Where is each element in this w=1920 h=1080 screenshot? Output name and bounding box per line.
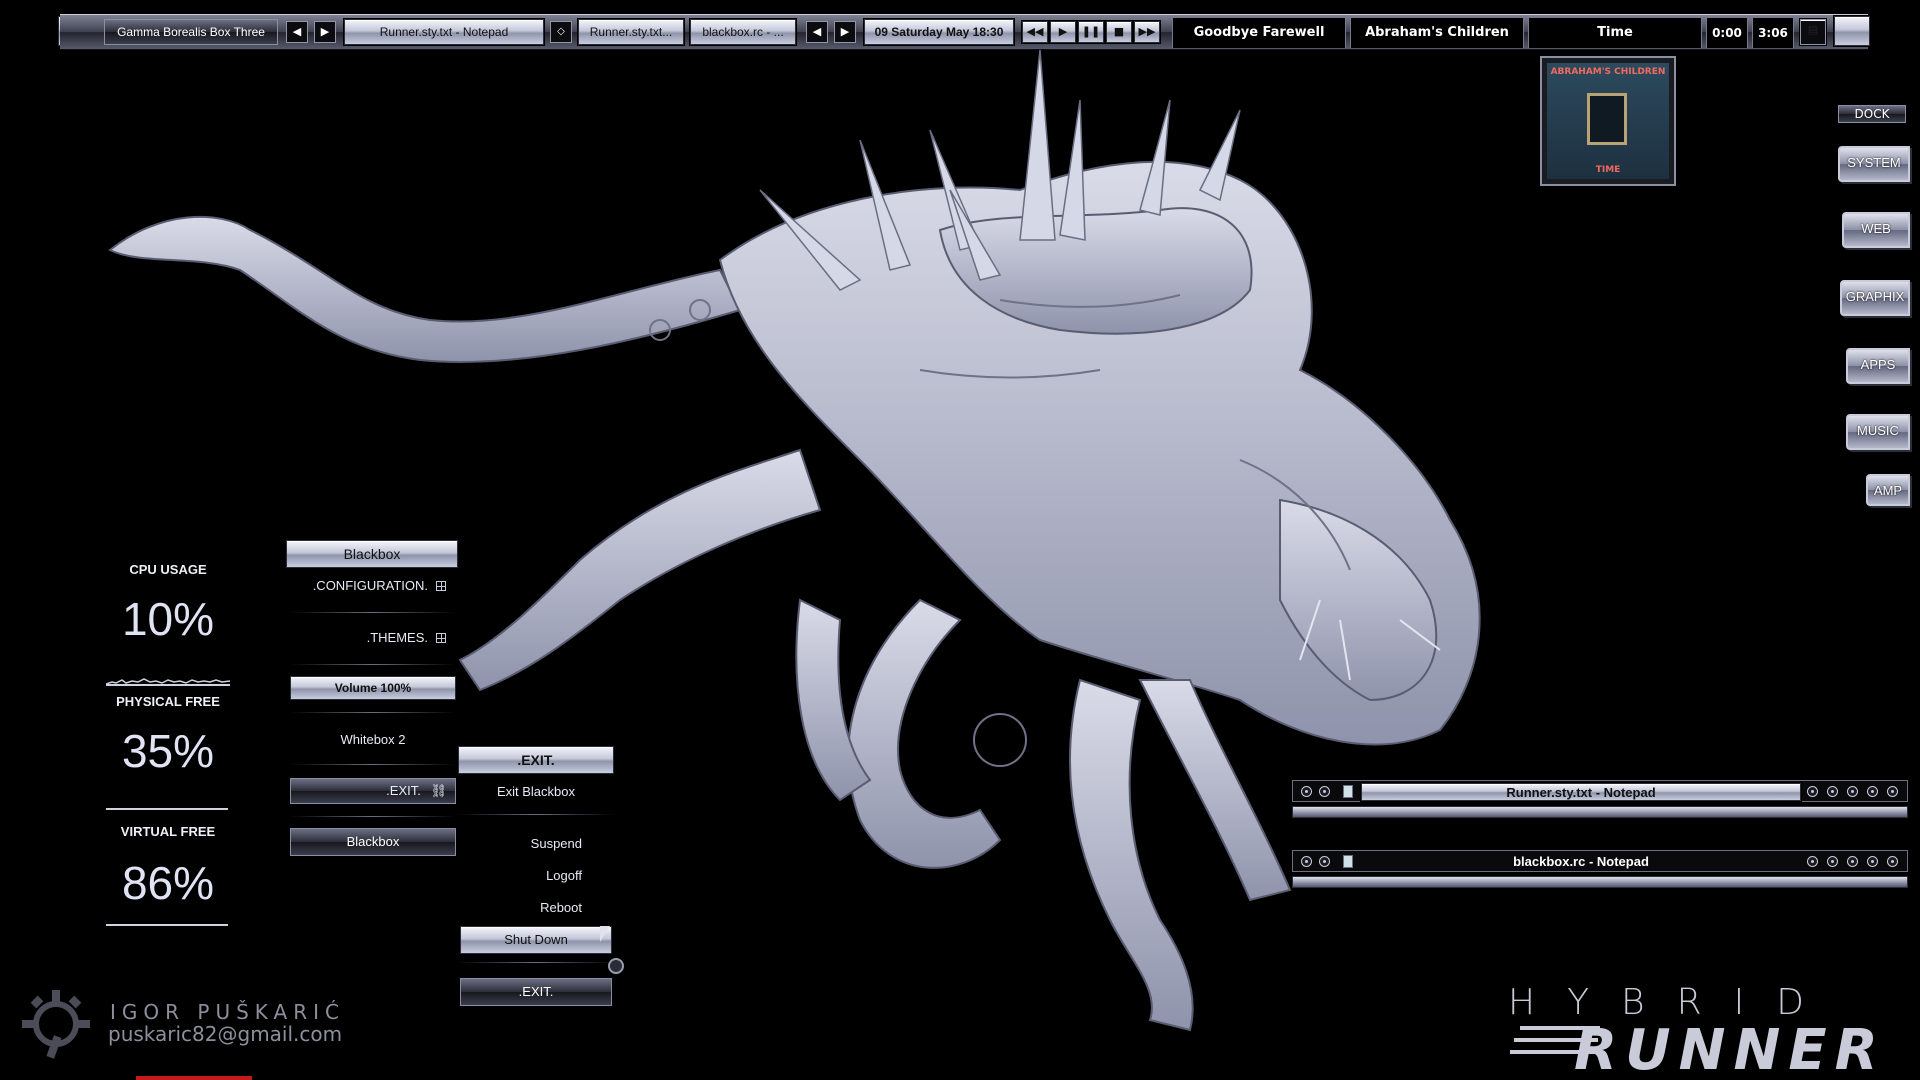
player-menu-icon[interactable]: ▤ [1800,19,1826,45]
menu-item-reboot[interactable]: Reboot [458,898,582,918]
notepad-app-icon [1343,785,1353,798]
physical-free-value: 35% [121,725,215,777]
menu-item-exit-blackbox[interactable]: Exit Blackbox [458,782,614,802]
window-maximize-icon[interactable] [1867,786,1878,797]
notepad-blackbox-caption: blackbox.rc - Notepad [1513,854,1649,869]
physical-free-label: PHYSICAL FREE [116,694,220,709]
volume-slider[interactable]: Volume 100% [290,676,456,700]
window-menu-icon[interactable] [1301,786,1312,797]
virtual-free-divider [106,924,228,926]
menu-item-suspend[interactable]: Suspend [458,834,582,854]
cpu-usage-value: 10% [121,593,215,645]
window-shade-icon[interactable] [1807,856,1818,867]
menu-separator [290,816,456,817]
notepad-app-icon [1343,855,1353,868]
exit-submenu-title: .EXIT. [458,746,614,774]
window-iconify-icon[interactable] [1827,856,1838,867]
menu-item-themes[interactable]: .THEMES. [290,628,446,648]
menu-item-exit-label: .EXIT. [386,783,421,798]
mouse-cursor-icon [600,926,610,942]
bottom-accent-bar [136,1076,252,1080]
notepad-runner-caption: Runner.sty.txt - Notepad [1361,783,1801,801]
author-email: puskaric82@gmail.com [108,1022,343,1046]
time-elapsed: 0:00 [1706,18,1748,48]
notepad-runner-titlebar[interactable]: Runner.sty.txt - Notepad [1292,780,1908,802]
author-name: IGOR PUŠKARIĆ [110,1000,345,1024]
menu-item-shutdown[interactable]: Shut Down [460,926,612,954]
cpu-usage-label: CPU USAGE [129,562,207,577]
window-menu-icon[interactable] [1301,856,1312,867]
submenu-grid-icon [436,581,446,591]
blackbox-menu-footer: Blackbox [290,828,456,856]
dock-item-amp[interactable]: AMP [1866,474,1910,506]
window-pin-icon[interactable] [1319,786,1330,797]
toolbar-right-cap [1834,16,1870,46]
dock-item-graphix[interactable]: GRAPHIX [1840,280,1910,316]
exit-submenu-footer: .EXIT. [460,978,612,1006]
link-icon: ⛓ [430,783,447,798]
window-shade-icon[interactable] [1807,786,1818,797]
dock-label: DOCK [1838,105,1906,123]
notepad-window-runner[interactable]: Runner.sty.txt - Notepad [1292,780,1908,820]
menu-separator [290,712,456,713]
menu-item-whitebox[interactable]: Whitebox 2 [290,730,456,750]
hybrid-logo-text: HYBRID [1508,982,1836,1023]
menu-separator [290,612,456,613]
blackbox-menu-title[interactable]: Blackbox [286,540,458,568]
notepad-runner-handle[interactable] [1292,806,1908,818]
menu-item-themes-label: .THEMES. [366,630,428,645]
window-close-icon[interactable] [1887,786,1898,797]
submenu-grid-icon [436,633,446,643]
menu-item-exit[interactable]: .EXIT. ⛓ [290,778,456,804]
dock-item-apps[interactable]: APPS [1846,348,1910,384]
physical-free-divider [106,808,228,810]
cpu-usage-graph [106,678,230,686]
dock-item-system[interactable]: SYSTEM [1838,146,1910,182]
window-pin-icon[interactable] [1319,856,1330,867]
window-minimize-icon[interactable] [1847,786,1858,797]
window-maximize-icon[interactable] [1867,856,1878,867]
menu-item-configuration[interactable]: .CONFIGURATION. [290,576,446,596]
busy-cursor-icon [608,958,624,974]
dock-item-music[interactable]: MUSIC [1846,414,1910,450]
menu-separator [290,664,456,665]
dock-item-web[interactable]: WEB [1842,212,1910,248]
virtual-free-label: VIRTUAL FREE [120,824,216,839]
window-minimize-icon[interactable] [1847,856,1858,867]
gear-logo-icon [22,990,90,1059]
time-total: 3:06 [1752,18,1794,48]
menu-separator [290,764,456,765]
runner-logo-text: RUNNER [1574,1018,1886,1080]
menu-separator [458,814,614,815]
notepad-window-blackbox-rc[interactable]: blackbox.rc - Notepad [1292,850,1908,890]
window-close-icon[interactable] [1887,856,1898,867]
menu-item-configuration-label: .CONFIGURATION. [312,578,428,593]
window-iconify-icon[interactable] [1827,786,1838,797]
notepad-blackbox-handle[interactable] [1292,876,1908,888]
notepad-blackbox-titlebar[interactable]: blackbox.rc - Notepad [1292,850,1908,872]
menu-separator [458,962,614,963]
virtual-free-value: 86% [121,857,215,909]
menu-item-logoff[interactable]: Logoff [458,866,582,886]
